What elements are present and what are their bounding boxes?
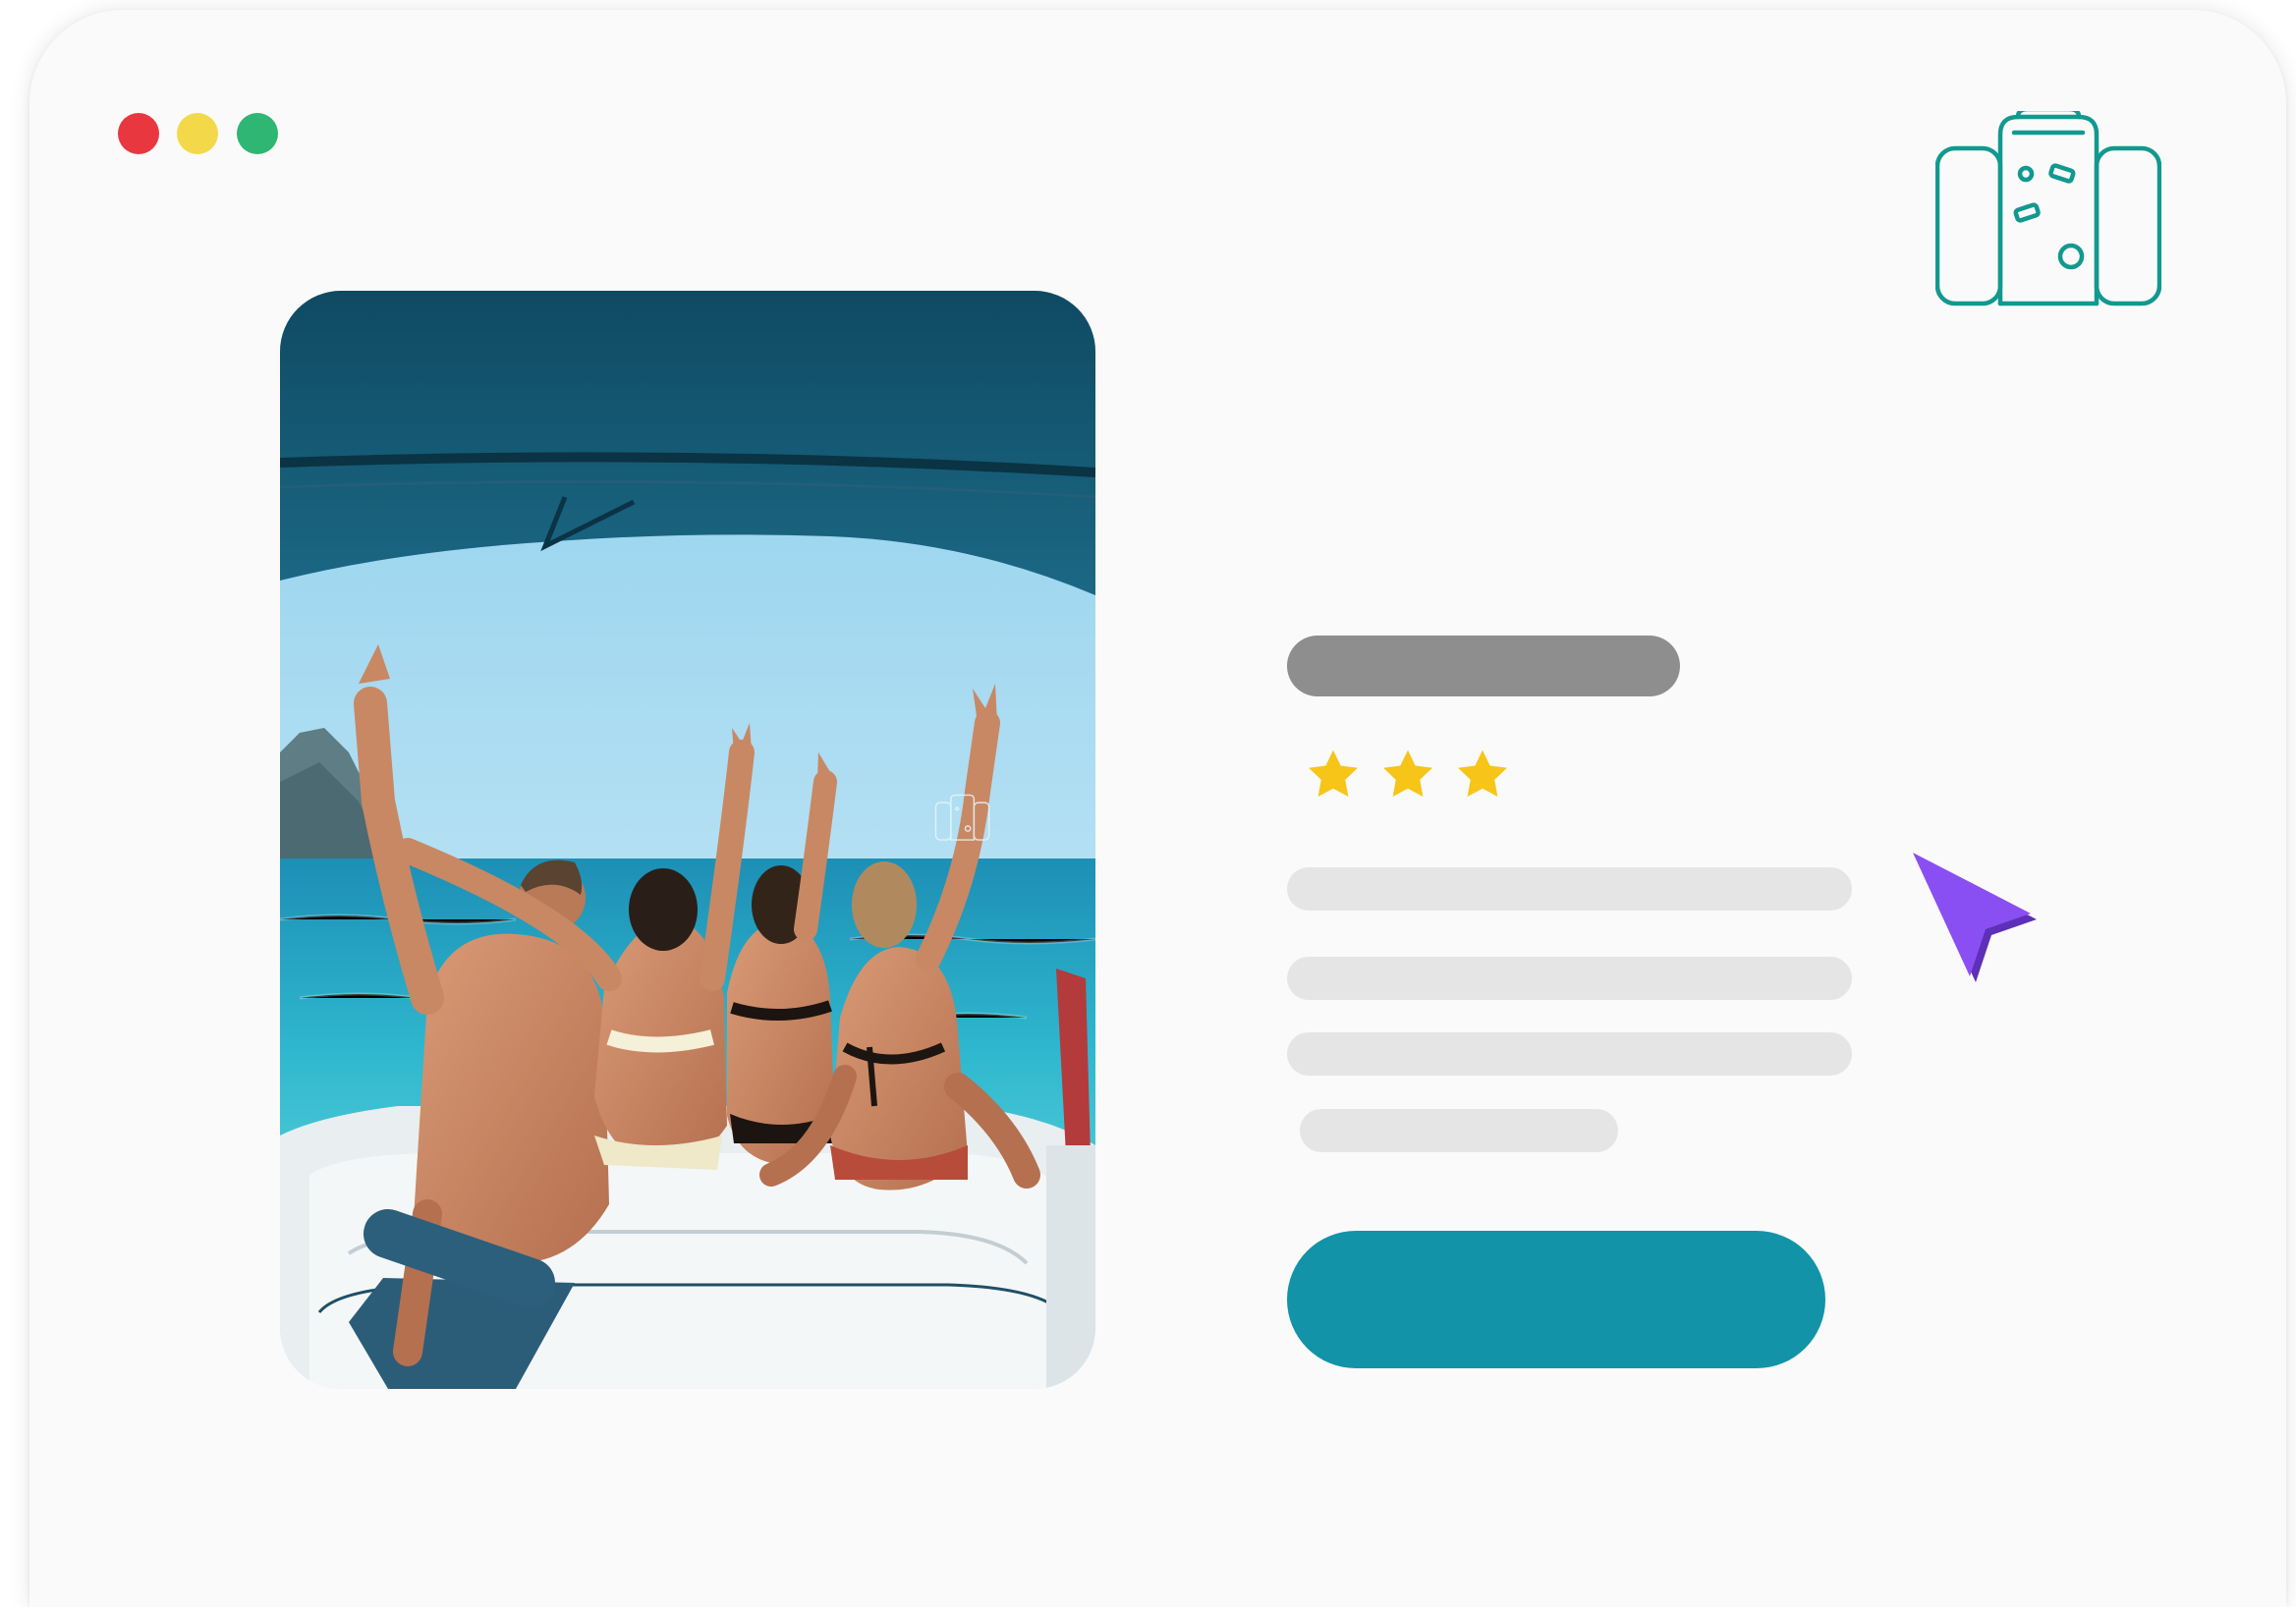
star-icon bbox=[1383, 749, 1432, 797]
browser-window bbox=[29, 10, 2286, 1607]
star-icon bbox=[1309, 749, 1358, 797]
listing-photo bbox=[280, 291, 1095, 1389]
window-minimize-button[interactable] bbox=[177, 113, 218, 154]
star-icon bbox=[1458, 749, 1507, 797]
book-button[interactable] bbox=[1287, 1231, 1825, 1368]
luggage-icon bbox=[1935, 111, 2161, 306]
pointer-cursor-icon bbox=[1913, 853, 2037, 982]
text-placeholder-line bbox=[1287, 1032, 1852, 1076]
text-placeholder-line bbox=[1300, 1109, 1618, 1152]
title-placeholder bbox=[1287, 636, 1680, 696]
text-placeholder-line bbox=[1287, 957, 1852, 1000]
text-placeholder-line bbox=[1287, 867, 1852, 911]
star-rating bbox=[1303, 745, 1513, 807]
window-close-button[interactable] bbox=[118, 113, 159, 154]
boat-friends-photo bbox=[280, 291, 1095, 1389]
window-maximize-button[interactable] bbox=[237, 113, 278, 154]
